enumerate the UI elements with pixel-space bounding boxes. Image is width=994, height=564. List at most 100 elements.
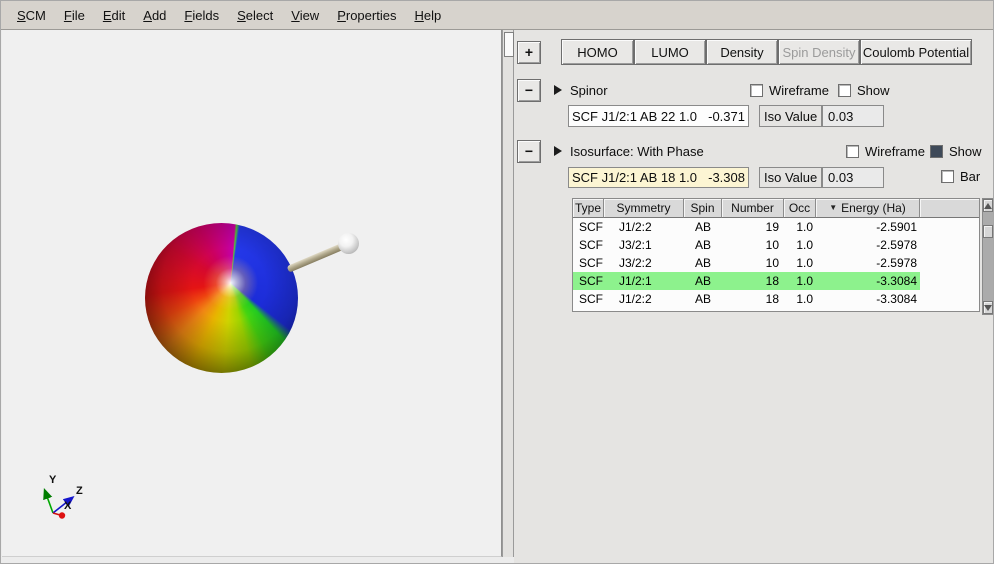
- axis-label-y: Y: [49, 474, 57, 486]
- field-text: SCF J1/2:1 AB 18 1.0: [572, 170, 697, 185]
- iso-value-label: Iso Value: [759, 105, 822, 127]
- cell-symmetry: J1/2:2: [604, 218, 684, 236]
- table-row[interactable]: SCFJ1/2:2AB181.0-3.3084: [573, 290, 920, 308]
- header-occ[interactable]: Occ: [784, 199, 816, 218]
- field-energy: -0.371: [708, 109, 745, 124]
- table-row[interactable]: SCFJ3/2:1AB101.0-2.5978: [573, 236, 920, 254]
- field-energy: -3.308: [708, 170, 745, 185]
- table-body: SCFJ1/2:2AB191.0-2.5901SCFJ3/2:1AB101.0-…: [573, 218, 979, 308]
- field-text: SCF J1/2:1 AB 22 1.0: [572, 109, 697, 124]
- show-label: Show: [949, 144, 982, 159]
- table-row[interactable]: SCFJ1/2:2AB191.0-2.5901: [573, 218, 920, 236]
- viewport-3d[interactable]: Y Z X: [2, 30, 502, 557]
- spinor-field-selector[interactable]: SCF J1/2:1 AB 22 1.0 -0.371: [568, 105, 749, 127]
- homo-button[interactable]: HOMO: [561, 39, 634, 65]
- table-row[interactable]: SCFJ1/2:1AB181.0-3.3084: [573, 272, 920, 290]
- menu-view[interactable]: View: [282, 8, 328, 23]
- header-symmetry[interactable]: Symmetry: [604, 199, 684, 218]
- menu-add[interactable]: Add: [134, 8, 175, 23]
- header-energy[interactable]: ▼ Energy (Ha): [816, 199, 920, 218]
- adfview-window: SCM File Edit Add Fields Select View Pro…: [0, 0, 994, 564]
- wireframe-label: Wireframe: [769, 83, 829, 98]
- orbital-isosurface-sphere[interactable]: [145, 223, 298, 373]
- panel-scrollbar-thumb[interactable]: [504, 32, 514, 57]
- cell-spin: AB: [684, 290, 722, 308]
- cell-symmetry: J3/2:2: [604, 254, 684, 272]
- isosurface-section-title: Isosurface: With Phase: [570, 144, 704, 159]
- cell-number: 19: [722, 218, 784, 236]
- atom-sphere[interactable]: [338, 233, 359, 254]
- density-button[interactable]: Density: [706, 39, 778, 65]
- add-field-button[interactable]: +: [517, 41, 541, 64]
- cell-type: SCF: [573, 236, 604, 254]
- sort-desc-icon: ▼: [829, 199, 837, 217]
- menu-edit[interactable]: Edit: [94, 8, 134, 23]
- cell-number: 18: [722, 290, 784, 308]
- menu-select[interactable]: Select: [228, 8, 282, 23]
- coulomb-potential-button[interactable]: Coulomb Potential: [860, 39, 972, 65]
- x-axis-dot: [59, 512, 65, 518]
- cell-symmetry: J1/2:2: [604, 290, 684, 308]
- header-number[interactable]: Number: [722, 199, 784, 218]
- cell-type: SCF: [573, 254, 604, 272]
- axis-triad-icon: Y Z X: [35, 470, 95, 525]
- cell-type: SCF: [573, 218, 604, 236]
- cell-energy: -2.5978: [816, 236, 920, 254]
- panel-scrollbar[interactable]: [502, 30, 514, 557]
- isosurface-field-selector[interactable]: SCF J1/2:1 AB 18 1.0 -3.308: [568, 167, 749, 188]
- expander-icon[interactable]: [554, 85, 562, 95]
- header-spin[interactable]: Spin: [684, 199, 722, 218]
- show-checkbox[interactable]: [838, 84, 851, 97]
- bond-stick: [287, 242, 347, 273]
- cell-energy: -3.3084: [816, 272, 920, 290]
- header-filler: [920, 199, 979, 218]
- lumo-button[interactable]: LUMO: [634, 39, 706, 65]
- cell-energy: -3.3084: [816, 290, 920, 308]
- axis-label-z: Z: [76, 485, 83, 497]
- scroll-down-icon[interactable]: [983, 301, 993, 314]
- menu-help[interactable]: Help: [405, 8, 450, 23]
- bar-label: Bar: [960, 169, 980, 184]
- axis-label-x: X: [64, 500, 72, 512]
- cell-energy: -2.5901: [816, 218, 920, 236]
- iso-value-label: Iso Value: [759, 167, 822, 188]
- menu-scm[interactable]: SCM: [8, 8, 55, 23]
- cell-symmetry: J1/2:1: [604, 272, 684, 290]
- table-header-row: Type Symmetry Spin Number Occ ▼ Energy (…: [573, 199, 979, 218]
- spin-density-button[interactable]: Spin Density: [778, 39, 860, 65]
- table-scrollbar[interactable]: [982, 198, 994, 315]
- wireframe-checkbox[interactable]: [846, 145, 859, 158]
- menu-file[interactable]: File: [55, 8, 94, 23]
- cell-occ: 1.0: [784, 236, 816, 254]
- iso-value-input[interactable]: 0.03: [822, 167, 884, 188]
- expander-icon[interactable]: [554, 146, 562, 156]
- iso-value-input[interactable]: 0.03: [822, 105, 884, 127]
- table-scrollbar-thumb[interactable]: [983, 225, 993, 238]
- table-row[interactable]: SCFJ3/2:2AB101.0-2.5978: [573, 254, 920, 272]
- cell-energy: -2.5978: [816, 254, 920, 272]
- wireframe-checkbox[interactable]: [750, 84, 763, 97]
- header-type[interactable]: Type: [573, 199, 604, 218]
- cell-occ: 1.0: [784, 218, 816, 236]
- cell-spin: AB: [684, 254, 722, 272]
- cell-number: 10: [722, 236, 784, 254]
- scroll-up-icon[interactable]: [983, 199, 993, 212]
- cell-symmetry: J3/2:1: [604, 236, 684, 254]
- cell-occ: 1.0: [784, 254, 816, 272]
- bar-checkbox[interactable]: [941, 170, 954, 183]
- show-checkbox[interactable]: [930, 145, 943, 158]
- window-bottom-edge: [2, 558, 502, 564]
- cell-occ: 1.0: [784, 290, 816, 308]
- cell-spin: AB: [684, 236, 722, 254]
- menu-properties[interactable]: Properties: [328, 8, 405, 23]
- show-label: Show: [857, 83, 890, 98]
- remove-isosurface-button[interactable]: −: [517, 140, 541, 163]
- cell-spin: AB: [684, 272, 722, 290]
- orbital-table: Type Symmetry Spin Number Occ ▼ Energy (…: [572, 198, 980, 312]
- cell-type: SCF: [573, 290, 604, 308]
- wireframe-label: Wireframe: [865, 144, 925, 159]
- remove-spinor-button[interactable]: −: [517, 79, 541, 102]
- menu-fields[interactable]: Fields: [175, 8, 228, 23]
- cell-number: 18: [722, 272, 784, 290]
- cell-spin: AB: [684, 218, 722, 236]
